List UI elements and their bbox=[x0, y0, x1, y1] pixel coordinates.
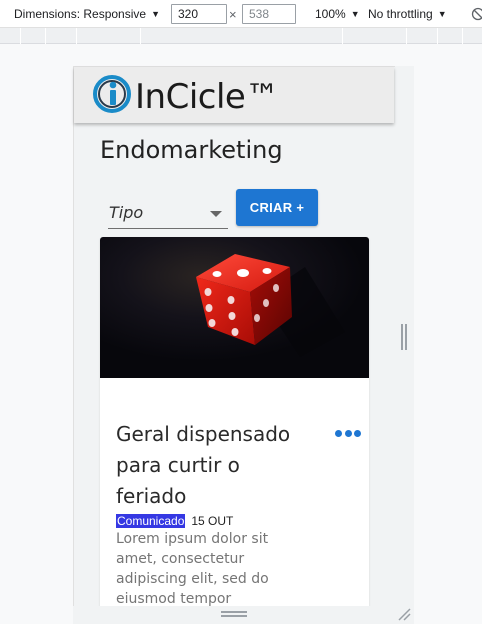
card-meta: Comunicado 15 OUT bbox=[116, 514, 233, 528]
post-card[interactable]: Geral dispensado para curtir o feriado C… bbox=[100, 237, 369, 606]
card-title[interactable]: Geral dispensado para curtir o feriado bbox=[116, 419, 316, 512]
page-title: Endomarketing bbox=[100, 136, 283, 164]
category-tag: Comunicado bbox=[116, 514, 186, 528]
create-button[interactable]: CRIAR + bbox=[236, 189, 318, 226]
zoom-dropdown[interactable]: 100% ▼ bbox=[315, 0, 360, 28]
width-input[interactable]: 320 bbox=[171, 4, 227, 24]
throttling-label: No throttling bbox=[368, 7, 433, 21]
devtools-device-toolbar: Dimensions: Responsive ▼ 320 × 538 100% … bbox=[0, 0, 482, 28]
throttling-dropdown[interactable]: No throttling ▼ bbox=[368, 0, 447, 28]
corner-resize-icon[interactable] bbox=[397, 607, 411, 621]
post-date: 15 OUT bbox=[191, 514, 234, 528]
right-resize-handle[interactable] bbox=[401, 324, 407, 350]
red-dice-image bbox=[100, 237, 369, 378]
type-select-label: Tipo bbox=[109, 203, 144, 222]
zoom-label: 100% bbox=[315, 7, 346, 21]
app-logo-text: InCicle™ bbox=[135, 77, 279, 117]
media-query-ruler[interactable] bbox=[0, 28, 482, 44]
more-horizontal-icon[interactable] bbox=[335, 426, 361, 440]
card-body-text: Lorem ipsum dolor sit amet, consectetur … bbox=[116, 531, 269, 606]
select-caret-icon bbox=[210, 211, 222, 217]
times-sign: × bbox=[229, 6, 237, 22]
type-select[interactable]: Tipo bbox=[108, 198, 228, 229]
incicle-logo-icon bbox=[93, 75, 131, 113]
rotate-icon[interactable] bbox=[471, 0, 482, 28]
dimensions-caret-icon: ▼ bbox=[151, 9, 160, 19]
throttling-caret-icon: ▼ bbox=[437, 9, 447, 19]
height-input[interactable]: 538 bbox=[242, 4, 296, 24]
dimensions-label: Dimensions: Responsive bbox=[14, 7, 147, 21]
zoom-caret-icon: ▼ bbox=[350, 9, 360, 19]
bottom-resize-handle[interactable] bbox=[221, 611, 247, 617]
app-header: InCicle™ bbox=[74, 67, 394, 123]
dimensions-dropdown[interactable]: Dimensions: Responsive ▼ bbox=[14, 0, 160, 28]
